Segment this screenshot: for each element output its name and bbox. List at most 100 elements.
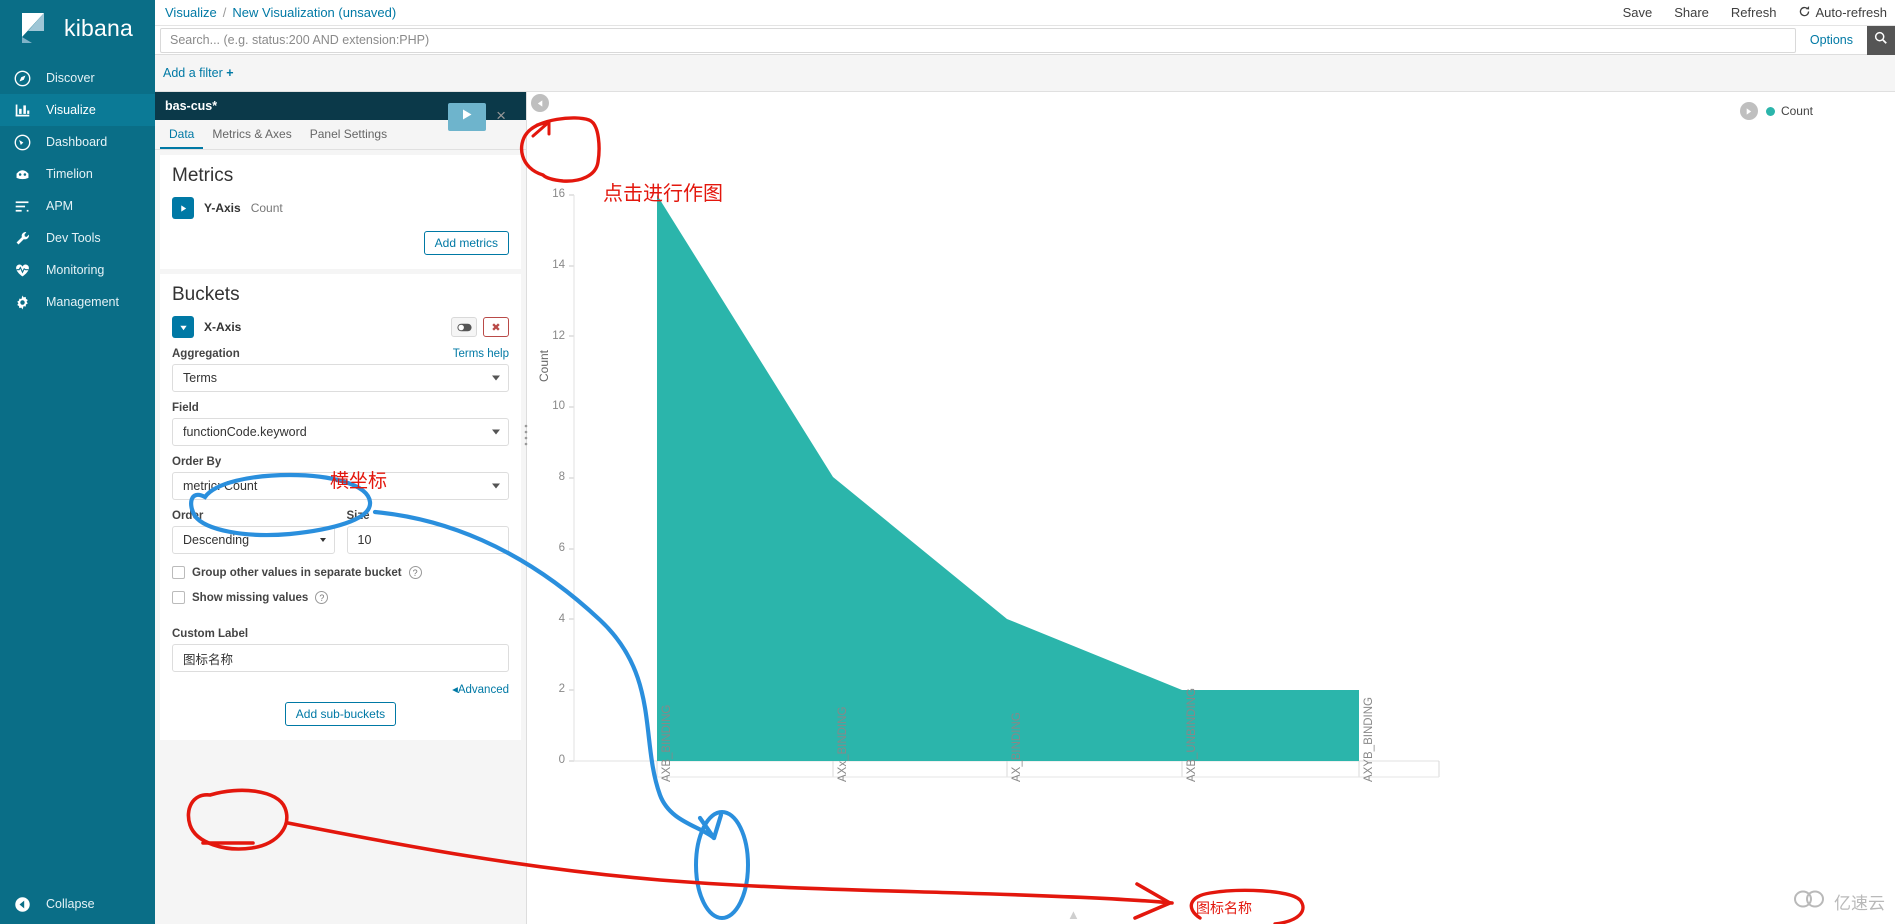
custom-label-input[interactable]	[172, 644, 509, 672]
add-sub-buckets-button[interactable]: Add sub-buckets	[284, 702, 397, 726]
refresh-button[interactable]: Refresh	[1731, 5, 1777, 20]
order-by-select[interactable]: metric: Count	[172, 472, 509, 500]
order-label: Order	[172, 510, 204, 522]
bucket-row-actions: ✖	[451, 317, 509, 337]
size-input[interactable]	[346, 526, 509, 554]
tab-metrics-and-axes[interactable]: Metrics & Axes	[203, 120, 300, 149]
visualization-chart-area: Count Count 16 14 12 10 8 6 4 2 0 AXB_BI…	[527, 92, 1895, 924]
filter-bar: Add a filter +	[155, 55, 1895, 92]
x-axis-tick-label: AX_BINDING	[1011, 712, 1023, 782]
plus-icon: +	[226, 66, 234, 80]
sidebar-item-label: Dev Tools	[46, 231, 101, 245]
area-series-count	[657, 195, 1359, 761]
sidebar-item-label: Monitoring	[46, 263, 105, 277]
order-and-size-row: Order Descending Size	[172, 500, 509, 554]
order-by-select-wrap: metric: Count	[172, 472, 509, 500]
aggregation-label: Aggregation	[172, 348, 240, 360]
group-other-values-label: Group other values in separate bucket	[192, 566, 402, 579]
sidebar-item-label: Timelion	[46, 167, 93, 181]
breadcrumb-current: New Visualization (unsaved)	[232, 5, 397, 20]
apm-icon	[12, 196, 32, 216]
advanced-toggle[interactable]: ◂Advanced	[452, 682, 509, 696]
search-icon	[1874, 31, 1888, 50]
sidebar-item-dev-tools[interactable]: Dev Tools	[0, 222, 155, 254]
size-label: Size	[346, 510, 370, 522]
collapse-bucket-icon[interactable]	[172, 316, 194, 338]
auto-refresh-button[interactable]: Auto-refresh	[1798, 5, 1887, 20]
wrench-icon	[12, 228, 32, 248]
x-axis-tick-label: AXYB_BINDING	[1363, 697, 1375, 782]
x-axis-tick-label: AXx_BINDING	[837, 706, 849, 782]
sidebar-item-timelion[interactable]: Timelion	[0, 158, 155, 190]
options-button[interactable]: Options	[1796, 33, 1867, 47]
sidebar-item-dashboard[interactable]: Dashboard	[0, 126, 155, 158]
sidebar-item-discover[interactable]: Discover	[0, 62, 155, 94]
group-other-values-row[interactable]: Group other values in separate bucket ?	[172, 566, 509, 579]
group-other-values-checkbox[interactable]	[172, 566, 185, 579]
add-filter-button[interactable]: Add a filter +	[155, 66, 234, 80]
tab-label: Panel Settings	[309, 126, 388, 141]
scroll-indicator-icon: ▲	[1067, 907, 1080, 922]
remove-bucket-button[interactable]: ✖	[483, 317, 509, 337]
tab-panel-settings[interactable]: Panel Settings	[301, 120, 396, 149]
sidebar-item-label: Dashboard	[46, 135, 108, 149]
advanced-row: ◂Advanced	[172, 682, 509, 696]
share-button[interactable]: Share	[1674, 5, 1709, 20]
sidebar-item-label: Management	[46, 295, 119, 309]
aggregation-select[interactable]: Terms	[172, 364, 509, 392]
panel-resize-handle[interactable]	[521, 420, 531, 450]
field-select[interactable]: functionCode.keyword	[172, 418, 509, 446]
sidebar-item-label: Discover	[46, 71, 95, 85]
sidebar-item-management[interactable]: Management	[0, 286, 155, 318]
save-button[interactable]: Save	[1623, 5, 1653, 20]
field-select-wrap: functionCode.keyword	[172, 418, 509, 446]
compass-icon	[12, 68, 32, 88]
apply-changes-button[interactable]	[448, 103, 486, 131]
metric-agg-label: Y-Axis	[204, 201, 241, 215]
gear-icon	[12, 292, 32, 312]
buckets-title: Buckets	[172, 284, 240, 305]
show-missing-values-checkbox[interactable]	[172, 591, 185, 604]
breadcrumb-visualize[interactable]: Visualize	[165, 5, 217, 20]
heart-pulse-icon	[12, 260, 32, 280]
order-group: Order Descending	[172, 500, 335, 554]
topbar: Visualize / New Visualization (unsaved) …	[155, 0, 1895, 26]
brand-name: kibana	[64, 14, 133, 41]
breadcrumb: Visualize / New Visualization (unsaved)	[155, 5, 396, 20]
timelion-icon	[12, 164, 32, 184]
tab-label: Metrics & Axes	[212, 126, 292, 141]
watermark: 亿速云	[1794, 889, 1885, 914]
field-label: Field	[172, 402, 199, 414]
refresh-circle-icon	[1798, 5, 1811, 20]
sidebar-item-label: APM	[46, 199, 74, 213]
add-metrics-button[interactable]: Add metrics	[423, 231, 509, 255]
tab-data[interactable]: Data	[160, 120, 204, 149]
sidebar-item-monitoring[interactable]: Monitoring	[0, 254, 155, 286]
help-icon[interactable]: ?	[315, 591, 329, 604]
chevron-left-circle-icon	[12, 894, 32, 914]
sidebar: kibana Discover Visualize Dashboard Time…	[0, 0, 155, 924]
metrics-title: Metrics	[172, 165, 234, 186]
sidebar-item-apm[interactable]: APM	[0, 190, 155, 222]
metrics-actions: Add metrics	[172, 231, 509, 255]
dashboard-icon	[12, 132, 32, 152]
order-select[interactable]: Descending	[172, 526, 335, 554]
metric-row-y-axis[interactable]: Y-Axis Count	[172, 197, 509, 219]
auto-refresh-label: Auto-refresh	[1815, 5, 1887, 20]
show-missing-values-row[interactable]: Show missing values ?	[172, 591, 509, 604]
help-icon[interactable]: ?	[408, 566, 422, 579]
sidebar-collapse-button[interactable]: Collapse	[0, 884, 155, 924]
discard-changes-button[interactable]: ×	[496, 107, 506, 124]
index-pattern-name: bas-cus*	[165, 99, 218, 113]
sidebar-item-visualize[interactable]: Visualize	[0, 94, 155, 126]
toggle-bucket-enabled-button[interactable]	[451, 317, 477, 337]
breadcrumb-separator: /	[222, 5, 227, 20]
expand-metric-icon[interactable]	[172, 197, 194, 219]
search-submit-button[interactable]	[1867, 25, 1895, 55]
terms-help-link[interactable]: Terms help	[453, 348, 509, 360]
bucket-row-x-axis[interactable]: X-Axis ✖	[172, 316, 509, 338]
area-chart-svg	[569, 194, 1440, 778]
order-by-label: Order By	[172, 456, 222, 468]
search-input[interactable]	[160, 27, 1796, 53]
custom-label-group: Custom Label	[172, 628, 509, 672]
